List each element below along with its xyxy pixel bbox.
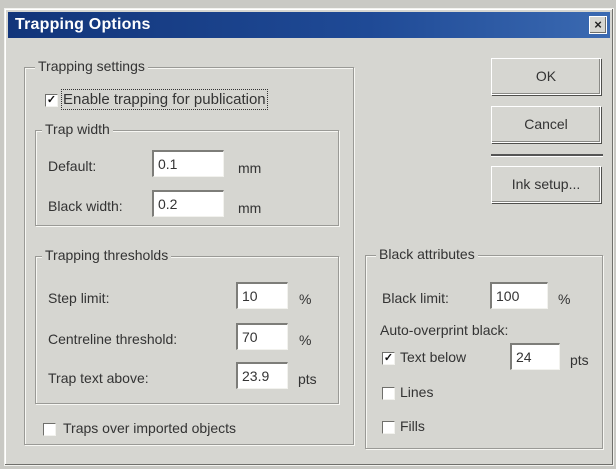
default-width-input[interactable]: 0.1 [152,150,224,177]
auto-overprint-label: Auto-overprint black: [380,322,509,338]
trap-text-above-value: 23.9 [242,368,270,384]
black-attributes-legend: Black attributes [376,246,478,262]
trap-text-above-unit: pts [298,371,317,387]
checkmark-icon: ✓ [46,94,57,106]
black-width-unit: mm [238,200,262,216]
centreline-threshold-value: 70 [242,329,258,345]
trap-width-legend: Trap width [42,121,113,137]
step-limit-value: 10 [242,288,258,304]
ok-button-label: OK [535,68,557,84]
black-width-input[interactable]: 0.2 [152,190,224,217]
trapping-settings-legend: Trapping settings [35,58,148,74]
trapping-thresholds-group: Trapping thresholds Step limit: 10 % Cen… [35,247,339,404]
cancel-button-label: Cancel [524,116,568,132]
black-limit-value: 100 [496,288,520,304]
traps-over-imported-checkbox[interactable] [43,423,56,436]
centreline-threshold-unit: % [299,332,312,348]
black-width-value: 0.2 [158,196,178,212]
ink-setup-button[interactable]: Ink setup... [491,166,601,203]
text-below-label[interactable]: Text below [400,349,466,365]
centreline-threshold-label: Centreline threshold: [48,331,178,347]
text-below-checkbox[interactable]: ✓ [382,352,395,365]
fills-checkbox[interactable] [382,421,395,434]
text-below-unit: pts [570,352,589,368]
default-width-label: Default: [48,158,97,174]
centreline-threshold-input[interactable]: 70 [236,323,288,350]
black-limit-input[interactable]: 100 [490,282,548,309]
default-width-unit: mm [238,160,262,176]
trapping-options-dialog: Trapping Options × Trapping settings ✓ E… [4,8,614,466]
ok-button[interactable]: OK [491,58,601,95]
trap-text-above-input[interactable]: 23.9 [236,362,288,389]
traps-over-imported-label[interactable]: Traps over imported objects [63,420,236,436]
ink-setup-button-label: Ink setup... [511,176,581,192]
black-attributes-group: Black attributes Black limit: 100 % Auto… [365,246,603,449]
enable-trapping-checkbox[interactable]: ✓ [45,94,58,107]
black-limit-label: Black limit: [382,290,449,306]
trap-text-above-label: Trap text above: [48,370,149,386]
text-below-value: 24 [516,349,532,365]
checkmark-icon: ✓ [383,352,394,364]
lines-label[interactable]: Lines [400,384,433,400]
black-limit-unit: % [558,291,571,307]
dialog-title: Trapping Options [15,16,151,33]
default-width-value: 0.1 [158,156,178,172]
step-limit-input[interactable]: 10 [236,282,288,309]
title-bar[interactable]: Trapping Options × [8,12,610,38]
step-limit-unit: % [299,291,312,307]
lines-checkbox[interactable] [382,387,395,400]
trap-width-group: Trap width Default: 0.1 mm Black width: … [35,121,339,226]
text-below-input[interactable]: 24 [510,343,560,370]
trapping-settings-group: Trapping settings ✓ Enable trapping for … [24,58,354,445]
fills-label[interactable]: Fills [400,418,425,434]
enable-trapping-label[interactable]: Enable trapping for publication [61,89,268,110]
black-width-label: Black width: [48,198,123,214]
trapping-thresholds-legend: Trapping thresholds [42,247,172,263]
close-button[interactable]: × [589,16,607,34]
step-limit-label: Step limit: [48,290,110,306]
cancel-button[interactable]: Cancel [491,106,601,143]
close-icon: × [594,17,602,32]
button-separator [491,154,603,157]
